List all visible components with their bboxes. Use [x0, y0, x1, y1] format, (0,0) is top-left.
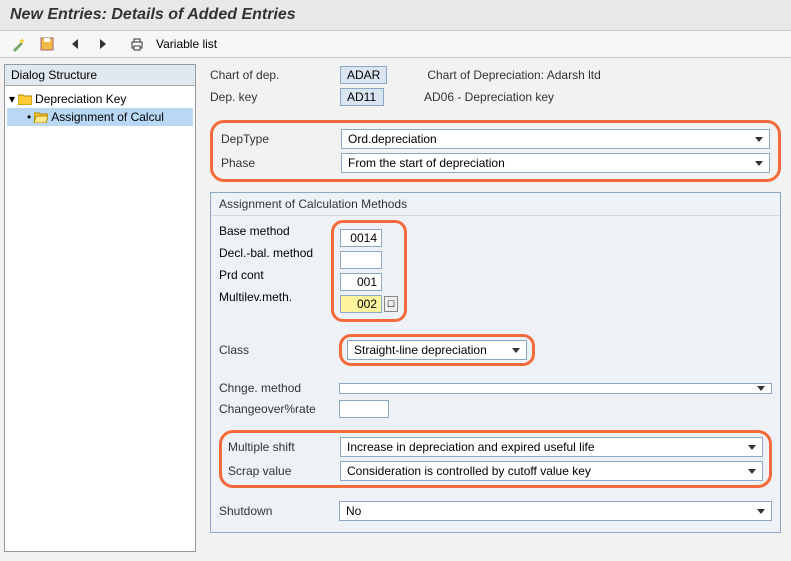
row-chart-of-dep: Chart of dep. ADAR Chart of Depreciation…: [210, 66, 781, 84]
dep-key-label: Dep. key: [210, 90, 340, 104]
row-phase: Phase From the start of depreciation: [221, 153, 770, 173]
tree: ▾ Depreciation Key • Assignment of Calcu…: [5, 86, 195, 130]
next-icon[interactable]: [94, 35, 112, 53]
changeover-rate-input[interactable]: [339, 400, 389, 418]
shutdown-value: No: [346, 504, 361, 518]
multilev-label: Multilev.meth.: [219, 286, 331, 308]
chart-of-dep-label: Chart of dep.: [210, 68, 340, 82]
highlight-dep-phase: DepType Ord.depreciation Phase From the …: [210, 120, 781, 182]
row-shutdown: Shutdown No: [211, 498, 780, 524]
chevron-down-icon: [757, 386, 765, 391]
chevron-down-icon: [512, 348, 520, 353]
wand-icon[interactable]: [10, 35, 28, 53]
base-method-label: Base method: [219, 220, 331, 242]
scrap-value-label: Scrap value: [228, 464, 340, 478]
highlight-class: Straight-line depreciation: [339, 334, 535, 366]
row-class: Class Straight-line depreciation: [211, 332, 780, 368]
expand-icon[interactable]: ▾: [9, 92, 15, 106]
decl-bal-label: Decl.-bal. method: [219, 242, 331, 264]
bullet-icon: •: [27, 110, 31, 124]
page-title: New Entries: Details of Added Entries: [10, 6, 781, 24]
main-area: Dialog Structure ▾ Depreciation Key • As…: [0, 58, 791, 558]
multiple-shift-value: Increase in depreciation and expired use…: [347, 440, 595, 454]
chnge-method-label: Chnge. method: [219, 381, 339, 395]
multiple-shift-label: Multiple shift: [228, 440, 340, 454]
class-select[interactable]: Straight-line depreciation: [347, 340, 527, 360]
dialog-structure-panel: Dialog Structure ▾ Depreciation Key • As…: [4, 64, 196, 552]
deptype-value: Ord.depreciation: [348, 132, 437, 146]
prd-cont-input[interactable]: 001: [340, 273, 382, 291]
save-icon[interactable]: [38, 35, 56, 53]
tree-label: Assignment of Calcul: [51, 110, 164, 124]
dep-key-desc: AD06 - Depreciation key: [424, 90, 554, 104]
chevron-down-icon: [748, 445, 756, 450]
phase-value: From the start of depreciation: [348, 156, 505, 170]
shutdown-label: Shutdown: [219, 504, 339, 518]
tree-node-depreciation-key[interactable]: ▾ Depreciation Key: [7, 90, 193, 108]
toolbar: Variable list: [0, 31, 791, 58]
tree-node-assignment[interactable]: • Assignment of Calcul: [7, 108, 193, 126]
content-panel: Chart of dep. ADAR Chart of Depreciation…: [200, 58, 791, 558]
chevron-down-icon: [757, 509, 765, 514]
chevron-down-icon: [755, 137, 763, 142]
dep-key-value: AD11: [340, 88, 384, 106]
chevron-down-icon: [748, 469, 756, 474]
row-changeover-rate: Changeover%rate: [211, 398, 780, 420]
row-deptype: DepType Ord.depreciation: [221, 129, 770, 149]
highlight-shift-scrap: Multiple shift Increase in depreciation …: [219, 430, 772, 488]
print-icon[interactable]: [128, 35, 146, 53]
folder-open-icon: [34, 112, 48, 123]
chnge-method-select[interactable]: [339, 383, 772, 394]
class-value: Straight-line depreciation: [354, 343, 487, 357]
scrap-value-value: Consideration is controlled by cutoff va…: [347, 464, 591, 478]
calc-methods-title: Assignment of Calculation Methods: [211, 193, 780, 216]
class-label: Class: [219, 343, 339, 357]
deptype-label: DepType: [221, 132, 341, 146]
chart-of-dep-value: ADAR: [340, 66, 387, 84]
dialog-structure-header: Dialog Structure: [5, 65, 195, 86]
row-dep-key: Dep. key AD11 AD06 - Depreciation key: [210, 88, 781, 106]
row-scrap-value: Scrap value Consideration is controlled …: [228, 461, 763, 481]
folder-icon: [18, 94, 32, 105]
phase-select[interactable]: From the start of depreciation: [341, 153, 770, 173]
prev-icon[interactable]: [66, 35, 84, 53]
multilev-input[interactable]: 002: [340, 295, 382, 313]
shutdown-select[interactable]: No: [339, 501, 772, 521]
phase-label: Phase: [221, 156, 341, 170]
title-bar: New Entries: Details of Added Entries: [0, 0, 791, 31]
f4-help-icon[interactable]: ☐: [384, 296, 398, 312]
calc-methods-group: Assignment of Calculation Methods Base m…: [210, 192, 781, 533]
prd-cont-label: Prd cont: [219, 264, 331, 286]
decl-bal-input[interactable]: [340, 251, 382, 269]
chart-of-dep-desc: Chart of Depreciation: Adarsh ltd: [427, 68, 600, 82]
multiple-shift-select[interactable]: Increase in depreciation and expired use…: [340, 437, 763, 457]
row-chnge-method: Chnge. method: [211, 378, 780, 398]
chevron-down-icon: [755, 161, 763, 166]
base-method-input[interactable]: 0014: [340, 229, 382, 247]
variable-list-button[interactable]: Variable list: [156, 37, 217, 51]
tree-label: Depreciation Key: [35, 92, 126, 106]
scrap-value-select[interactable]: Consideration is controlled by cutoff va…: [340, 461, 763, 481]
highlight-methods: 0014 001 002 ☐: [331, 220, 407, 322]
changeover-rate-label: Changeover%rate: [219, 402, 339, 416]
row-multiple-shift: Multiple shift Increase in depreciation …: [228, 437, 763, 457]
deptype-select[interactable]: Ord.depreciation: [341, 129, 770, 149]
